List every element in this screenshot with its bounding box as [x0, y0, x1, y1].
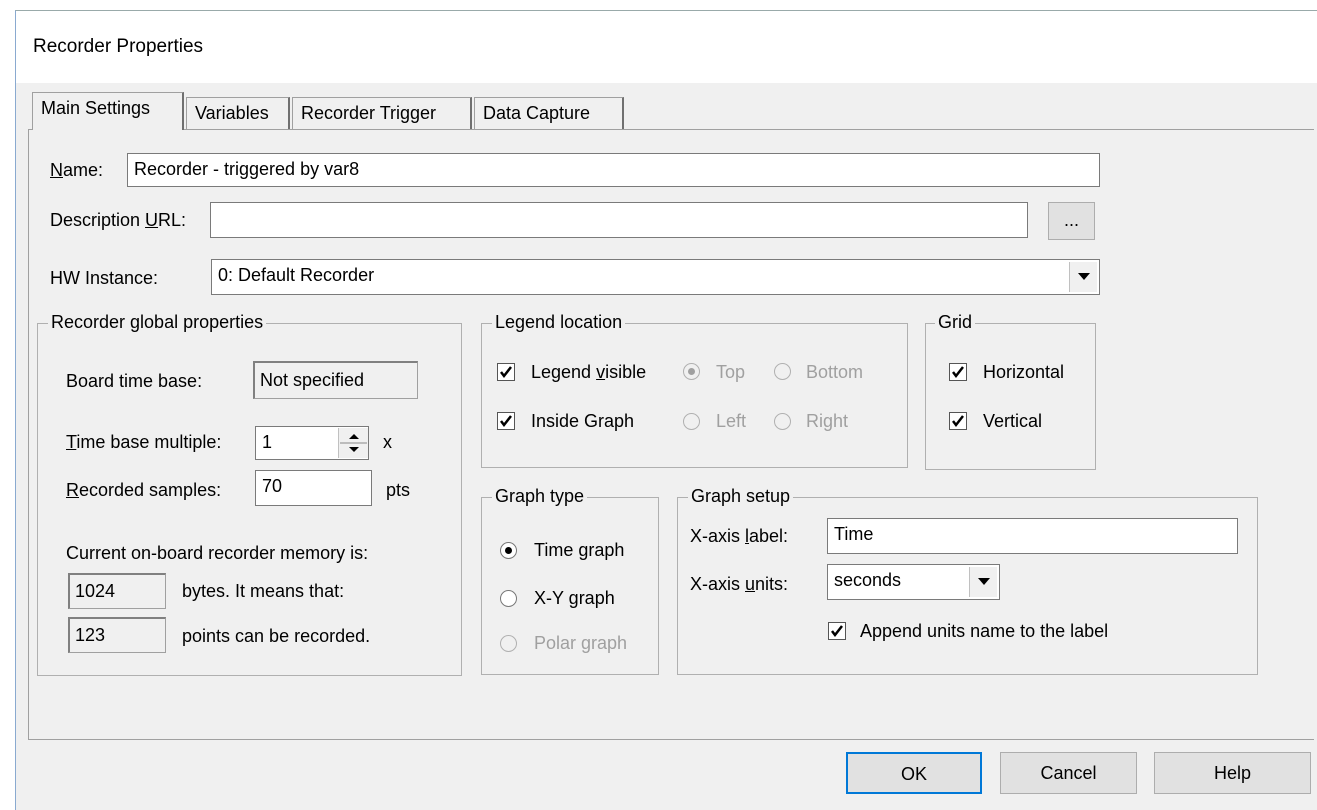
polar-graph-radio[interactable]	[500, 635, 517, 652]
recorded-samples-input[interactable]: 70	[255, 470, 372, 506]
tab-recorder-trigger[interactable]: Recorder Trigger	[292, 97, 472, 129]
inside-graph-checkbox[interactable]	[497, 412, 515, 430]
ok-button[interactable]: OK	[846, 752, 982, 794]
xaxis-units-label: X-axis units:	[690, 574, 789, 594]
legend-left-radio[interactable]	[683, 413, 700, 430]
grid-vertical-checkbox[interactable]	[949, 412, 967, 430]
checkmark-icon	[952, 415, 964, 428]
time-base-spinner[interactable]	[338, 428, 368, 458]
graph-type-title: Graph type	[492, 486, 588, 507]
xy-graph-label: X-Y graph	[534, 588, 615, 608]
recorded-samples-unit: pts	[386, 480, 411, 500]
time-graph-radio[interactable]	[500, 542, 517, 559]
append-units-checkbox[interactable]	[828, 622, 846, 640]
tab-data-capture[interactable]: Data Capture	[474, 97, 624, 129]
checkmark-icon	[500, 366, 512, 379]
xaxis-units-value: seconds	[834, 570, 902, 590]
grid-vertical-label: Vertical	[983, 411, 1043, 431]
xy-graph-radio[interactable]	[500, 590, 517, 607]
legend-visible-checkbox[interactable]	[497, 363, 515, 381]
legend-visible-label: Legend visible	[531, 362, 647, 382]
checkmark-icon	[952, 366, 964, 379]
hw-instance-value: 0: Default Recorder	[218, 265, 375, 285]
memory-points-text: points can be recorded.	[182, 626, 371, 646]
memory-bytes-text: bytes. It means that:	[182, 581, 345, 601]
legend-top-radio[interactable]	[683, 363, 700, 380]
legend-right-label: Right	[806, 411, 849, 431]
chevron-down-icon	[978, 578, 990, 585]
legend-bottom-radio[interactable]	[774, 363, 791, 380]
grid-horizontal-label: Horizontal	[983, 362, 1065, 382]
xaxis-label-label: X-axis label:	[690, 526, 789, 546]
memory-text: Current on-board recorder memory is:	[66, 543, 369, 563]
xaxis-units-dropdown-button[interactable]	[969, 567, 997, 597]
help-button[interactable]: Help	[1154, 752, 1311, 794]
recorded-samples-label: Recorded samples:	[66, 480, 222, 500]
grid-group	[925, 323, 1096, 470]
legend-right-radio[interactable]	[774, 413, 791, 430]
cancel-button[interactable]: Cancel	[1000, 752, 1137, 794]
xaxis-label-input[interactable]: Time	[827, 518, 1238, 554]
graph-setup-title: Graph setup	[688, 486, 794, 507]
window-title: Recorder Properties	[33, 36, 204, 57]
description-url-label: Description URL:	[50, 210, 187, 230]
hw-instance-select[interactable]: 0: Default Recorder	[211, 259, 1100, 295]
spinner-arrows-icon	[340, 434, 367, 452]
inside-graph-label: Inside Graph	[531, 411, 635, 431]
legend-left-label: Left	[716, 411, 747, 431]
checkmark-icon	[500, 415, 512, 428]
global-properties-title: Recorder global properties	[48, 312, 267, 333]
append-units-label: Append units name to the label	[860, 621, 1109, 641]
browse-button[interactable]: ...	[1048, 202, 1095, 240]
tab-main-settings[interactable]: Main Settings	[32, 92, 184, 130]
hw-instance-dropdown-button[interactable]	[1069, 262, 1097, 292]
legend-location-group	[481, 323, 908, 468]
polar-graph-label: Polar graph	[534, 633, 628, 653]
name-label: Name:	[50, 160, 104, 180]
checkmark-icon	[831, 625, 843, 638]
tab-variables[interactable]: Variables	[186, 97, 290, 129]
time-base-multiple-unit: x	[383, 432, 392, 452]
memory-bytes-value: 1024	[68, 573, 166, 609]
time-graph-label: Time graph	[534, 540, 625, 560]
time-base-multiple-label: Time base multiple:	[66, 432, 222, 452]
grid-horizontal-checkbox[interactable]	[949, 363, 967, 381]
chevron-down-icon	[1078, 273, 1090, 280]
name-input[interactable]: Recorder - triggered by var8	[127, 153, 1100, 187]
legend-top-label: Top	[716, 362, 746, 382]
legend-bottom-label: Bottom	[806, 362, 864, 382]
title-bar	[16, 11, 1317, 83]
legend-location-title: Legend location	[492, 312, 626, 333]
hw-instance-label: HW Instance:	[50, 268, 159, 288]
board-time-base-value: Not specified	[253, 361, 418, 399]
memory-points-value: 123	[68, 617, 166, 653]
grid-title: Grid	[935, 312, 976, 333]
description-url-input[interactable]	[210, 202, 1028, 238]
board-time-base-label: Board time base:	[66, 371, 203, 391]
